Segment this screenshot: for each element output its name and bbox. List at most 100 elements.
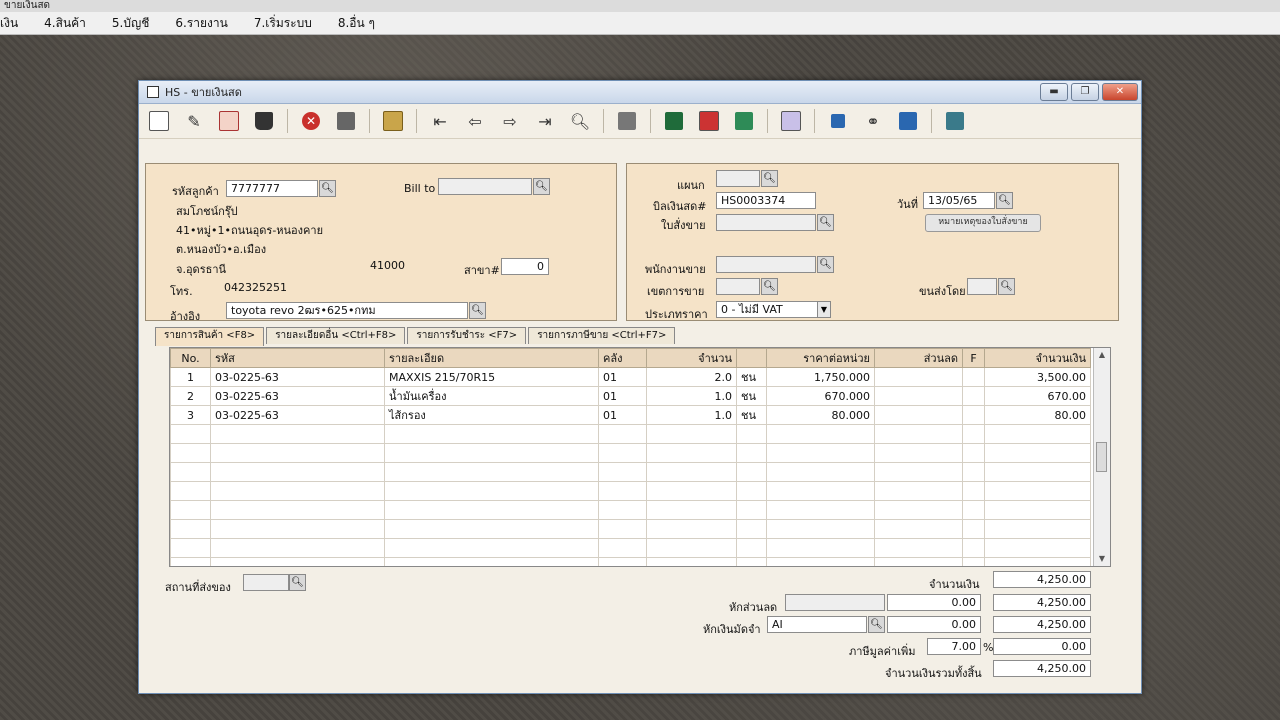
cell-code[interactable]: 03-0225-63 — [210, 367, 385, 387]
deposit-code-field[interactable]: AI — [767, 616, 867, 633]
cell-description[interactable]: น้ำมันเครื่อง — [384, 386, 599, 406]
settings-icon[interactable] — [943, 109, 967, 133]
empty-row[interactable] — [170, 500, 1091, 520]
col-header-unit[interactable] — [736, 348, 767, 368]
copy-icon[interactable] — [217, 109, 241, 133]
discount-value-field[interactable]: 0.00 — [887, 594, 981, 611]
cell-unit-price[interactable]: 80.000 — [766, 405, 875, 425]
menu-item-finance[interactable]: เงิน — [0, 14, 18, 33]
customer-lookup-icon[interactable]: 🔍︎ — [319, 180, 336, 197]
discount-text-field[interactable] — [785, 594, 885, 611]
sales-order-field[interactable] — [716, 214, 816, 231]
date-field[interactable]: 13/05/65 — [923, 192, 995, 209]
reference-field[interactable]: toyota revo 2ฒร•625•กทม — [226, 302, 468, 319]
tab-items[interactable]: รายการสินค้า <F8> — [155, 327, 265, 346]
pdf-icon[interactable] — [697, 109, 721, 133]
cell-code[interactable]: 03-0225-63 — [210, 405, 385, 425]
branch-field[interactable]: 0 — [501, 258, 549, 275]
col-header-unit-price[interactable]: ราคาต่อหน่วย — [766, 348, 875, 368]
bill-number-field[interactable]: HS0003374 — [716, 192, 816, 209]
menu-item-other[interactable]: 8.อื่น ๆ — [338, 14, 375, 33]
deposit-value-field[interactable]: 0.00 — [887, 616, 981, 633]
cell-amount[interactable]: 80.00 — [984, 405, 1091, 425]
col-header-code[interactable]: รหัส — [210, 348, 385, 368]
cell-flag[interactable] — [962, 386, 985, 406]
calendar-icon[interactable] — [779, 109, 803, 133]
ok-icon[interactable] — [896, 109, 920, 133]
cell-unit-price[interactable]: 670.000 — [766, 386, 875, 406]
shipping-lookup-icon[interactable]: 🔍︎ — [998, 278, 1015, 295]
cell-unit[interactable]: ชน — [736, 367, 767, 387]
delivery-place-field[interactable] — [243, 574, 289, 591]
search-icon[interactable]: 🔍︎ — [568, 109, 592, 133]
shipping-field[interactable] — [967, 278, 997, 295]
chart-icon[interactable] — [732, 109, 756, 133]
scroll-thumb[interactable] — [1096, 442, 1107, 472]
cell-unit[interactable]: ชน — [736, 405, 767, 425]
billto-field[interactable] — [438, 178, 532, 195]
sales-zone-lookup-icon[interactable]: 🔍︎ — [761, 278, 778, 295]
scroll-down-icon[interactable]: ▼ — [1094, 552, 1110, 566]
salesman-lookup-icon[interactable]: 🔍︎ — [817, 256, 834, 273]
col-header-description[interactable]: รายละเอียด — [384, 348, 599, 368]
department-field[interactable] — [716, 170, 760, 187]
scroll-up-icon[interactable]: ▲ — [1094, 348, 1110, 362]
col-header-quantity[interactable]: จำนวน — [646, 348, 737, 368]
approve-icon[interactable] — [826, 109, 850, 133]
save-icon[interactable] — [334, 109, 358, 133]
table-row[interactable]: 2 03-0225-63 น้ำมันเครื่อง 01 1.0 ชน 670… — [170, 386, 1091, 406]
chevron-down-icon[interactable]: ▼ — [817, 301, 831, 318]
menu-item-accounts[interactable]: 5.บัญชี — [112, 14, 149, 33]
excel-icon[interactable] — [662, 109, 686, 133]
col-header-flag[interactable]: F — [962, 348, 985, 368]
cell-description[interactable]: ไส้กรอง — [384, 405, 599, 425]
last-record-icon[interactable]: ⇥ — [533, 109, 557, 133]
cell-description[interactable]: MAXXIS 215/70R15 — [384, 367, 599, 387]
cell-warehouse[interactable]: 01 — [598, 386, 647, 406]
window-titlebar[interactable]: HS - ขายเงินสด ▬ ❐ ✕ — [139, 81, 1141, 104]
order-note-button[interactable]: หมายเหตุของใบสั่งขาย — [925, 214, 1041, 232]
tab-sales-tax[interactable]: รายการภาษีขาย <Ctrl+F7> — [528, 327, 676, 344]
empty-row[interactable] — [170, 443, 1091, 463]
minimize-button[interactable]: ▬ — [1040, 83, 1068, 101]
deposit-lookup-icon[interactable]: 🔍︎ — [868, 616, 885, 633]
tab-payments[interactable]: รายการรับชำระ <F7> — [407, 327, 527, 344]
cell-discount[interactable] — [874, 386, 963, 406]
grid-scrollbar[interactable]: ▲ ▼ — [1093, 348, 1110, 566]
empty-row[interactable] — [170, 424, 1091, 444]
cell-unit[interactable]: ชน — [736, 386, 767, 406]
col-header-amount[interactable]: จำนวนเงิน — [984, 348, 1091, 368]
empty-row[interactable] — [170, 519, 1091, 539]
stack-icon[interactable] — [381, 109, 405, 133]
table-row[interactable]: 3 03-0225-63 ไส้กรอง 01 1.0 ชน 80.000 80… — [170, 405, 1091, 425]
price-type-select[interactable]: 0 - ไม่มี VAT — [716, 301, 820, 318]
col-header-no[interactable]: No. — [170, 348, 211, 368]
col-header-warehouse[interactable]: คลัง — [598, 348, 647, 368]
new-icon[interactable] — [147, 109, 171, 133]
cell-amount[interactable]: 670.00 — [984, 386, 1091, 406]
billto-lookup-icon[interactable]: 🔍︎ — [533, 178, 550, 195]
department-lookup-icon[interactable]: 🔍︎ — [761, 170, 778, 187]
cell-flag[interactable] — [962, 367, 985, 387]
empty-row[interactable] — [170, 462, 1091, 482]
cell-no[interactable]: 2 — [170, 386, 211, 406]
next-record-icon[interactable]: ⇨ — [498, 109, 522, 133]
delivery-lookup-icon[interactable]: 🔍︎ — [289, 574, 306, 591]
print-icon[interactable] — [615, 109, 639, 133]
trash-icon[interactable] — [252, 109, 276, 133]
date-picker-icon[interactable]: 🔍︎ — [996, 192, 1013, 209]
link-icon[interactable]: ⚭ — [861, 109, 885, 133]
cell-discount[interactable] — [874, 367, 963, 387]
menu-item-setup[interactable]: 7.เริ่มระบบ — [254, 14, 312, 33]
cell-warehouse[interactable]: 01 — [598, 405, 647, 425]
empty-row[interactable] — [170, 557, 1091, 566]
close-button[interactable]: ✕ — [1102, 83, 1138, 101]
table-row[interactable]: 1 03-0225-63 MAXXIS 215/70R15 01 2.0 ชน … — [170, 367, 1091, 387]
customer-code-field[interactable]: 7777777 — [226, 180, 318, 197]
menu-item-reports[interactable]: 6.รายงาน — [175, 14, 227, 33]
empty-row[interactable] — [170, 481, 1091, 501]
first-record-icon[interactable]: ⇤ — [428, 109, 452, 133]
cell-quantity[interactable]: 1.0 — [646, 386, 737, 406]
col-header-discount[interactable]: ส่วนลด — [874, 348, 963, 368]
edit-icon[interactable]: ✎ — [182, 109, 206, 133]
